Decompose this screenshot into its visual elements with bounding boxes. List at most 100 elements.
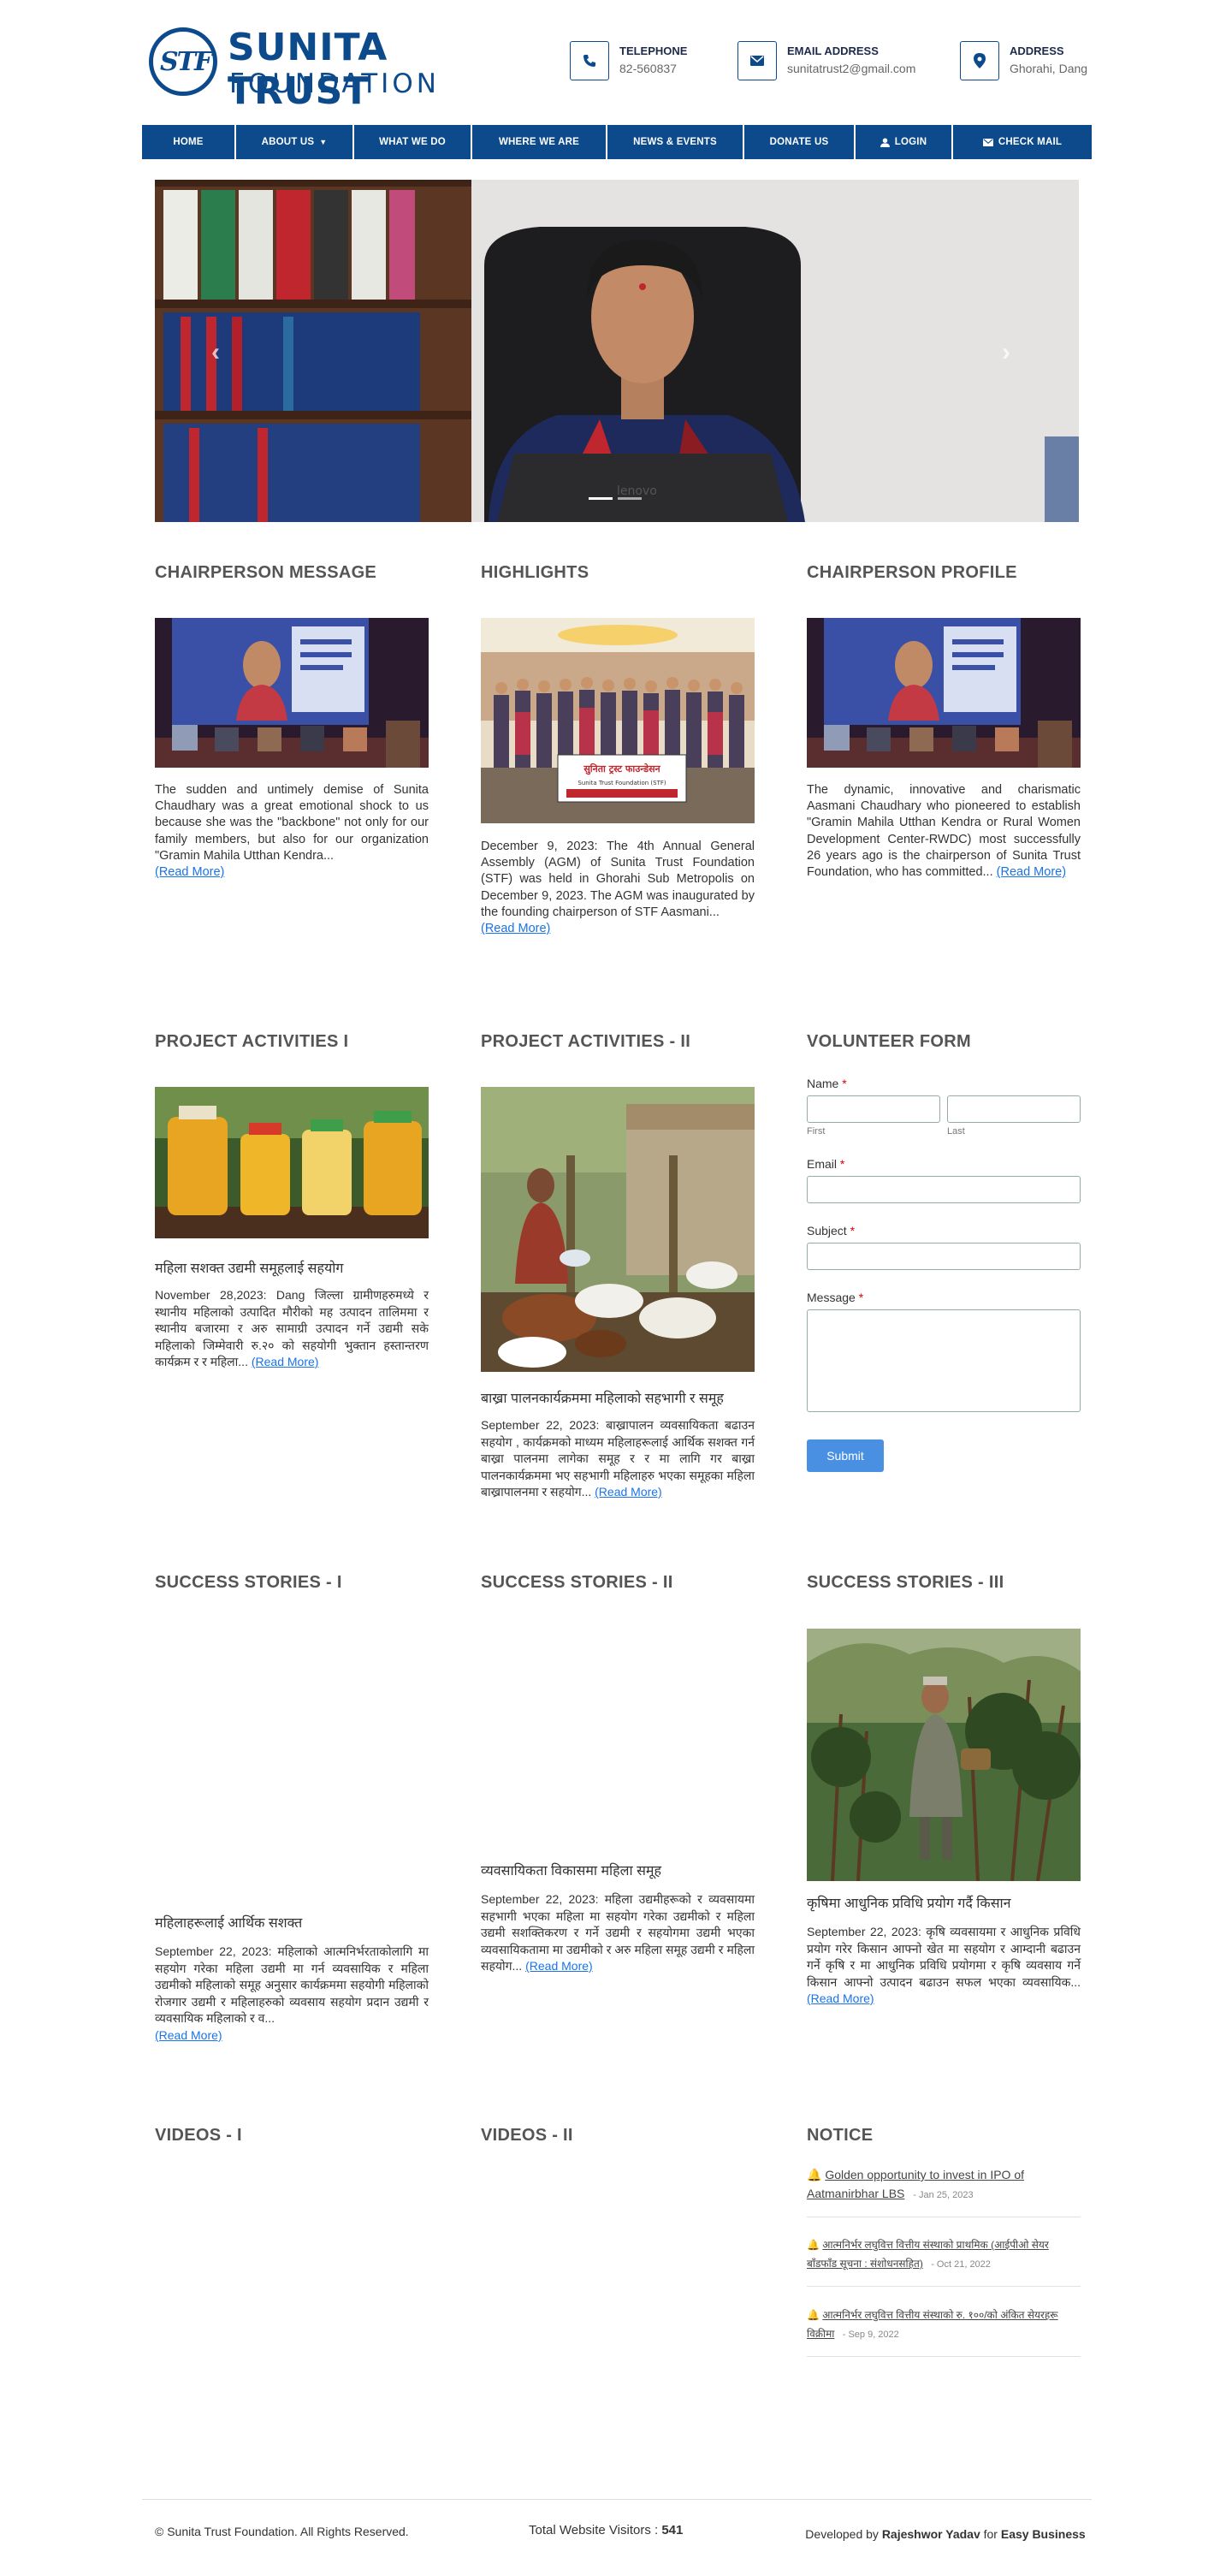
bell-icon: 🔔 xyxy=(807,2168,822,2181)
project-1-text: November 28,2023: Dang जिल्ला ग्रामीणहरु… xyxy=(155,1288,429,1368)
contact-title: EMAIL ADDRESS xyxy=(787,45,879,57)
svg-text:lenovo: lenovo xyxy=(617,484,657,498)
success-stories-3-image xyxy=(807,1629,1081,1881)
read-more-link[interactable]: (Read More) xyxy=(481,922,550,935)
last-name-hint: Last xyxy=(947,1126,965,1137)
section-title-chairperson-message: CHAIRPERSON MESSAGE xyxy=(155,563,377,582)
footer-divider xyxy=(142,2499,1092,2500)
notice-item: 🔔 आत्मनिर्भर लघुवित्त वित्तीय संस्थाको प… xyxy=(807,2235,1081,2287)
read-more-link[interactable]: (Read More) xyxy=(807,1991,874,2005)
project-2-heading[interactable]: बाख्रा पालनकार्यक्रममा महिलाको सहभागी र … xyxy=(481,1388,755,1407)
section-title-videos-2: VIDEOS - II xyxy=(481,2126,573,2145)
section-title-project-activities-1: PROJECT ACTIVITIES I xyxy=(155,1032,349,1051)
visitor-count: 541 xyxy=(661,2523,684,2537)
read-more-link[interactable]: (Read More) xyxy=(525,1959,593,1973)
nav-login[interactable]: LOGIN xyxy=(856,125,953,159)
chevron-down-icon: ▼ xyxy=(319,138,328,146)
notice-date: - Jan 25, 2023 xyxy=(913,2190,974,2200)
nav-about-us[interactable]: ABOUT US ▼ xyxy=(236,125,354,159)
section-title-chairperson-profile: CHAIRPERSON PROFILE xyxy=(807,563,1017,582)
read-more-link[interactable]: (Read More) xyxy=(252,1355,319,1368)
email-input[interactable] xyxy=(807,1176,1081,1203)
section-title-project-activities-2: PROJECT ACTIVITIES - II xyxy=(481,1032,691,1051)
section-title-success-stories-2: SUCCESS STORIES - II xyxy=(481,1573,673,1592)
first-name-hint: First xyxy=(807,1126,826,1137)
nav-where-we-are[interactable]: WHERE WE ARE xyxy=(472,125,607,159)
slider-indicators xyxy=(589,497,642,500)
section-title-success-stories-1: SUCCESS STORIES - I xyxy=(155,1573,342,1592)
svg-text:Sunita Trust Foundation (STF): Sunita Trust Foundation (STF) xyxy=(578,780,666,786)
hero-slider[interactable]: lenovo ‹ › xyxy=(155,180,1079,522)
nav-donate-us[interactable]: DONATE US xyxy=(744,125,856,159)
slider-dot-active[interactable] xyxy=(589,497,613,500)
subject-input[interactable] xyxy=(807,1243,1081,1270)
nav-news-events[interactable]: NEWS & EVENTS xyxy=(607,125,744,159)
project-2-text: September 22, 2023: बाख्रापालन व्यवसायिक… xyxy=(481,1418,755,1499)
project-activities-2-image xyxy=(481,1087,755,1372)
first-name-input[interactable] xyxy=(807,1095,940,1123)
read-more-link[interactable]: (Read More) xyxy=(595,1485,662,1499)
section-title-highlights: HIGHLIGHTS xyxy=(481,563,589,582)
message-label: Message * xyxy=(807,1291,864,1304)
contact-value: Ghorahi, Dang xyxy=(1010,62,1088,75)
chairperson-message-text: The sudden and untimely demise of Sunita… xyxy=(155,783,429,880)
site-header: STF SUNITA TRUST FOUNDATION TELEPHONE 82… xyxy=(0,0,1232,120)
name-label: Name * xyxy=(807,1077,847,1090)
nav-home[interactable]: HOME xyxy=(142,125,236,159)
mail-icon xyxy=(737,41,777,80)
notice-item: 🔔 आत्मनिर्भर लघुवित्त वित्तीय संस्थाको र… xyxy=(807,2306,1081,2357)
message-textarea[interactable] xyxy=(807,1309,1081,1412)
success-2-heading[interactable]: व्यवसायिकता विकासमा महिला समूह xyxy=(481,1861,755,1879)
bell-icon: 🔔 xyxy=(807,2239,820,2251)
site-logo[interactable]: STF SUNITA TRUST FOUNDATION xyxy=(149,26,440,113)
footer-visitors: Total Website Visitors : 541 xyxy=(529,2523,684,2537)
success-2-text: September 22, 2023: महिला उद्यमीहरूको र … xyxy=(481,1892,755,1973)
developer-name[interactable]: Rajeshwor Yadav xyxy=(882,2527,980,2541)
email-label: Email * xyxy=(807,1157,845,1171)
highlights-image: सुनिता ट्रस्ट फाउन्डेसन Sunita Trust Fou… xyxy=(481,618,755,823)
main-navigation: HOME ABOUT US ▼ WHAT WE DO WHERE WE ARE N… xyxy=(142,125,1092,159)
slider-next-button[interactable]: › xyxy=(1002,338,1010,367)
logo-monogram: STF xyxy=(149,27,217,96)
success-3-text: September 22, 2023: कृषि व्यवसायमा र आधु… xyxy=(807,1925,1081,2005)
notice-link[interactable]: आत्मनिर्भर लघुवित्त वित्तीय संस्थाको प्र… xyxy=(807,2239,1049,2270)
contact-title: ADDRESS xyxy=(1010,45,1064,57)
user-icon xyxy=(880,137,890,147)
success-3-heading[interactable]: कृषिमा आधुनिक प्रविधि प्रयोग गर्दै किसान xyxy=(807,1893,1081,1912)
section-title-videos-1: VIDEOS - I xyxy=(155,2126,242,2145)
contact-value: sunitatrust2@gmail.com xyxy=(787,62,916,75)
subject-label: Subject * xyxy=(807,1224,856,1238)
highlights-text: December 9, 2023: The 4th Annual General… xyxy=(481,840,755,936)
last-name-input[interactable] xyxy=(947,1095,1081,1123)
slider-dot[interactable] xyxy=(618,497,642,500)
slider-prev-button[interactable]: ‹ xyxy=(211,338,220,367)
submit-button[interactable]: Submit xyxy=(807,1439,884,1472)
logo-text-line2: FOUNDATION xyxy=(229,68,440,99)
slide-image-chairperson: lenovo xyxy=(155,180,1079,522)
location-pin-icon xyxy=(960,41,999,80)
notice-item: 🔔 Golden opportunity to invest in IPO of… xyxy=(807,2165,1081,2217)
contact-value: 82-560837 xyxy=(619,62,677,75)
bell-icon: 🔔 xyxy=(807,2309,820,2321)
phone-icon xyxy=(570,41,609,80)
developer-company[interactable]: Easy Business xyxy=(1001,2527,1086,2541)
footer-developer-credit: Developed by Rajeshwor Yadav for Easy Bu… xyxy=(805,2527,1086,2541)
nav-check-mail[interactable]: CHECK MAIL xyxy=(953,125,1092,159)
project-1-heading[interactable]: महिला सशक्त उद्यमी समूहलाई सहयोग xyxy=(155,1258,429,1277)
chairperson-profile-text: The dynamic, innovative and charismatic … xyxy=(807,783,1081,880)
read-more-link[interactable]: (Read More) xyxy=(155,2028,222,2042)
section-title-notice: NOTICE xyxy=(807,2126,874,2145)
mail-icon xyxy=(982,138,993,146)
svg-text:सुनिता ट्रस्ट फाउन्डेसन: सुनिता ट्रस्ट फाउन्डेसन xyxy=(583,763,660,775)
notice-date: - Sep 9, 2022 xyxy=(842,2330,899,2340)
contact-title: TELEPHONE xyxy=(619,45,688,57)
read-more-link[interactable]: (Read More) xyxy=(155,865,224,879)
project-activities-1-image xyxy=(155,1087,429,1238)
footer-copyright: © Sunita Trust Foundation. All Rights Re… xyxy=(155,2525,409,2538)
chairperson-profile-image xyxy=(807,618,1081,768)
chairperson-message-image xyxy=(155,618,429,768)
success-1-heading[interactable]: महिलाहरूलाई आर्थिक सशक्त xyxy=(155,1913,429,1932)
nav-what-we-do[interactable]: WHAT WE DO xyxy=(354,125,472,159)
read-more-link[interactable]: (Read More) xyxy=(997,865,1066,879)
notice-date: - Oct 21, 2022 xyxy=(931,2259,991,2270)
